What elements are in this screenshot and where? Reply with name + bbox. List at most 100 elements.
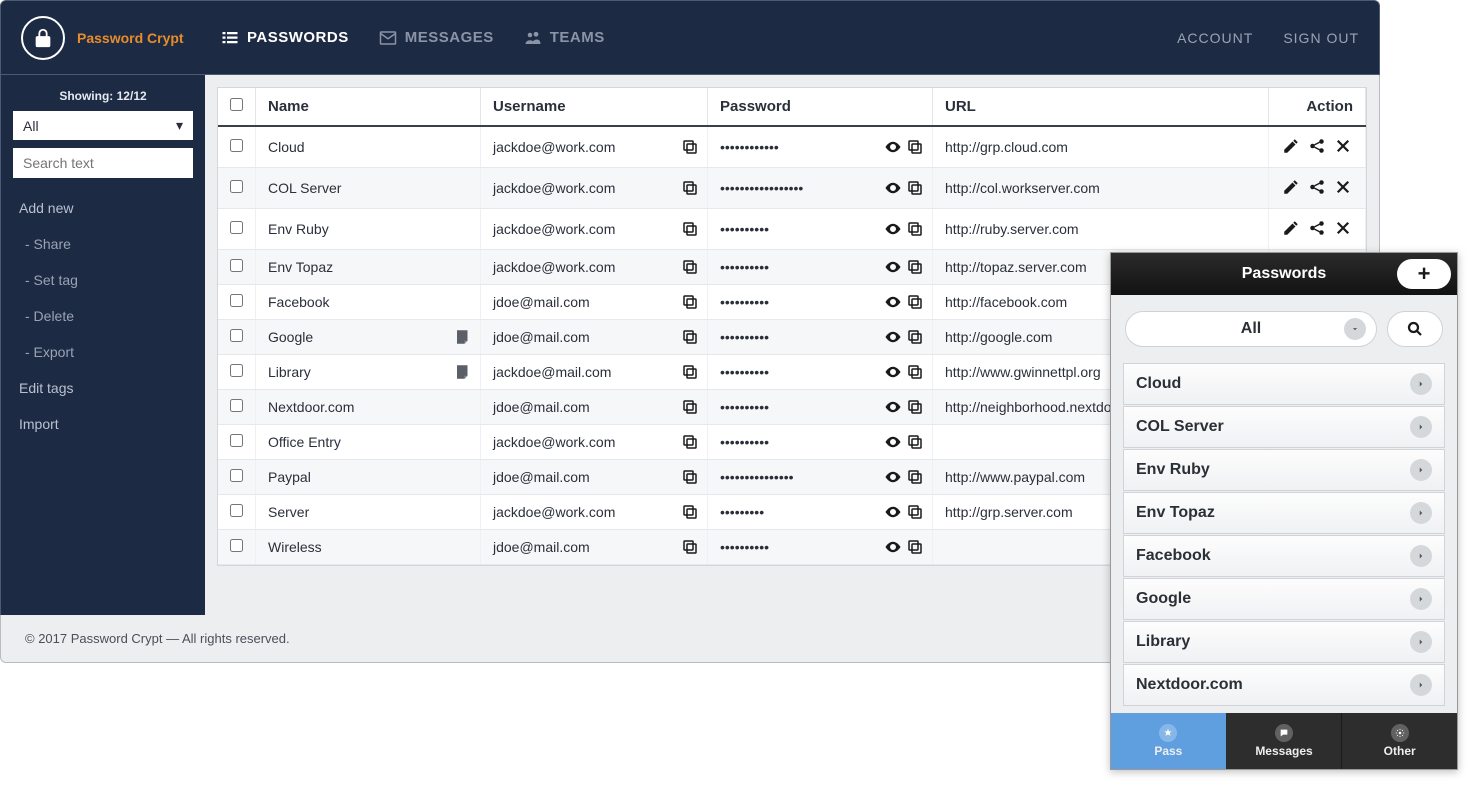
copy-icon[interactable] (681, 138, 699, 156)
mobile-list-item[interactable]: Nextdoor.com (1123, 664, 1445, 706)
col-password-header[interactable]: Password (708, 88, 933, 126)
copy-icon[interactable] (906, 328, 924, 346)
copy-icon[interactable] (681, 468, 699, 486)
mobile-list-item[interactable]: Env Ruby (1123, 449, 1445, 491)
copy-icon[interactable] (906, 503, 924, 521)
sidebar-edit-tags[interactable]: Edit tags (1, 370, 205, 406)
copy-icon[interactable] (681, 328, 699, 346)
row-checkbox[interactable] (230, 399, 243, 412)
sidebar-add-new[interactable]: Add new (1, 190, 205, 226)
mobile-tab-pass[interactable]: Pass (1111, 713, 1227, 769)
copy-icon[interactable] (681, 363, 699, 381)
copy-icon[interactable] (906, 398, 924, 416)
mobile-list-item[interactable]: Env Topaz (1123, 492, 1445, 534)
cell-url[interactable]: http://topaz.server.com (945, 259, 1087, 275)
eye-icon[interactable] (884, 363, 902, 381)
copy-icon[interactable] (906, 468, 924, 486)
copy-icon[interactable] (681, 293, 699, 311)
edit-icon[interactable] (1281, 136, 1301, 156)
copy-icon[interactable] (906, 293, 924, 311)
row-checkbox[interactable] (230, 139, 243, 152)
mobile-list-item[interactable]: COL Server (1123, 406, 1445, 448)
col-name-header[interactable]: Name (256, 88, 481, 126)
account-link[interactable]: ACCOUNT (1177, 30, 1253, 46)
copy-icon[interactable] (681, 179, 699, 197)
eye-icon[interactable] (884, 293, 902, 311)
mobile-list-item[interactable]: Facebook (1123, 535, 1445, 577)
cell-url[interactable]: http://google.com (945, 329, 1052, 345)
row-checkbox[interactable] (230, 434, 243, 447)
eye-icon[interactable] (884, 328, 902, 346)
signout-link[interactable]: SIGN OUT (1283, 30, 1359, 46)
sidebar-import[interactable]: Import (1, 406, 205, 442)
note-icon[interactable] (454, 363, 472, 381)
col-url-header[interactable]: URL (933, 88, 1269, 126)
eye-icon[interactable] (884, 138, 902, 156)
sidebar-delete[interactable]: - Delete (1, 298, 205, 334)
delete-icon[interactable] (1333, 136, 1353, 156)
mobile-tab-other[interactable]: Other (1342, 713, 1457, 769)
cell-url[interactable]: http://col.workserver.com (945, 180, 1100, 196)
row-checkbox[interactable] (230, 259, 243, 272)
copy-icon[interactable] (906, 258, 924, 276)
eye-icon[interactable] (884, 179, 902, 197)
cell-url[interactable]: http://grp.server.com (945, 504, 1073, 520)
copy-icon[interactable] (681, 503, 699, 521)
share-icon[interactable] (1307, 177, 1327, 197)
share-icon[interactable] (1307, 136, 1327, 156)
copy-icon[interactable] (906, 363, 924, 381)
cell-url[interactable]: http://www.gwinnettpl.org (945, 364, 1101, 380)
eye-icon[interactable] (884, 468, 902, 486)
eye-icon[interactable] (884, 258, 902, 276)
nav-passwords[interactable]: PASSWORDS (221, 29, 349, 47)
row-checkbox[interactable] (230, 294, 243, 307)
sidebar-share[interactable]: - Share (1, 226, 205, 262)
nav-messages[interactable]: MESSAGES (379, 29, 494, 47)
copy-icon[interactable] (906, 538, 924, 556)
copy-icon[interactable] (906, 138, 924, 156)
row-checkbox[interactable] (230, 539, 243, 552)
eye-icon[interactable] (884, 503, 902, 521)
copy-icon[interactable] (681, 398, 699, 416)
copy-icon[interactable] (681, 220, 699, 238)
row-checkbox[interactable] (230, 469, 243, 482)
cell-url[interactable]: http://neighborhood.nextdoor (945, 399, 1124, 415)
cell-url[interactable]: http://grp.cloud.com (945, 139, 1068, 155)
select-all-checkbox[interactable] (230, 98, 243, 111)
eye-icon[interactable] (884, 433, 902, 451)
copy-icon[interactable] (681, 258, 699, 276)
sidebar-export[interactable]: - Export (1, 334, 205, 370)
eye-icon[interactable] (884, 538, 902, 556)
row-checkbox[interactable] (230, 504, 243, 517)
delete-icon[interactable] (1333, 177, 1353, 197)
mobile-list-item[interactable]: Cloud (1123, 363, 1445, 405)
eye-icon[interactable] (884, 220, 902, 238)
col-username-header[interactable]: Username (481, 88, 708, 126)
share-icon[interactable] (1307, 218, 1327, 238)
copy-icon[interactable] (906, 220, 924, 238)
eye-icon[interactable] (884, 398, 902, 416)
copy-icon[interactable] (906, 433, 924, 451)
row-checkbox[interactable] (230, 329, 243, 342)
copy-icon[interactable] (681, 538, 699, 556)
search-input[interactable] (13, 148, 193, 178)
copy-icon[interactable] (906, 179, 924, 197)
delete-icon[interactable] (1333, 218, 1353, 238)
mobile-list-item[interactable]: Library (1123, 621, 1445, 663)
mobile-search-button[interactable] (1387, 311, 1443, 347)
mobile-list-item[interactable]: Google (1123, 578, 1445, 620)
mobile-add-button[interactable]: + (1397, 259, 1451, 289)
row-checkbox[interactable] (230, 221, 243, 234)
edit-icon[interactable] (1281, 218, 1301, 238)
note-icon[interactable] (454, 328, 472, 346)
tag-filter-select[interactable]: All ▾ (13, 111, 193, 140)
mobile-tab-messages[interactable]: Messages (1227, 713, 1343, 769)
sidebar-set-tag[interactable]: - Set tag (1, 262, 205, 298)
row-checkbox[interactable] (230, 180, 243, 193)
edit-icon[interactable] (1281, 177, 1301, 197)
mobile-filter-select[interactable]: All (1125, 311, 1377, 347)
cell-url[interactable]: http://facebook.com (945, 294, 1067, 310)
row-checkbox[interactable] (230, 364, 243, 377)
cell-url[interactable]: http://ruby.server.com (945, 221, 1079, 237)
copy-icon[interactable] (681, 433, 699, 451)
